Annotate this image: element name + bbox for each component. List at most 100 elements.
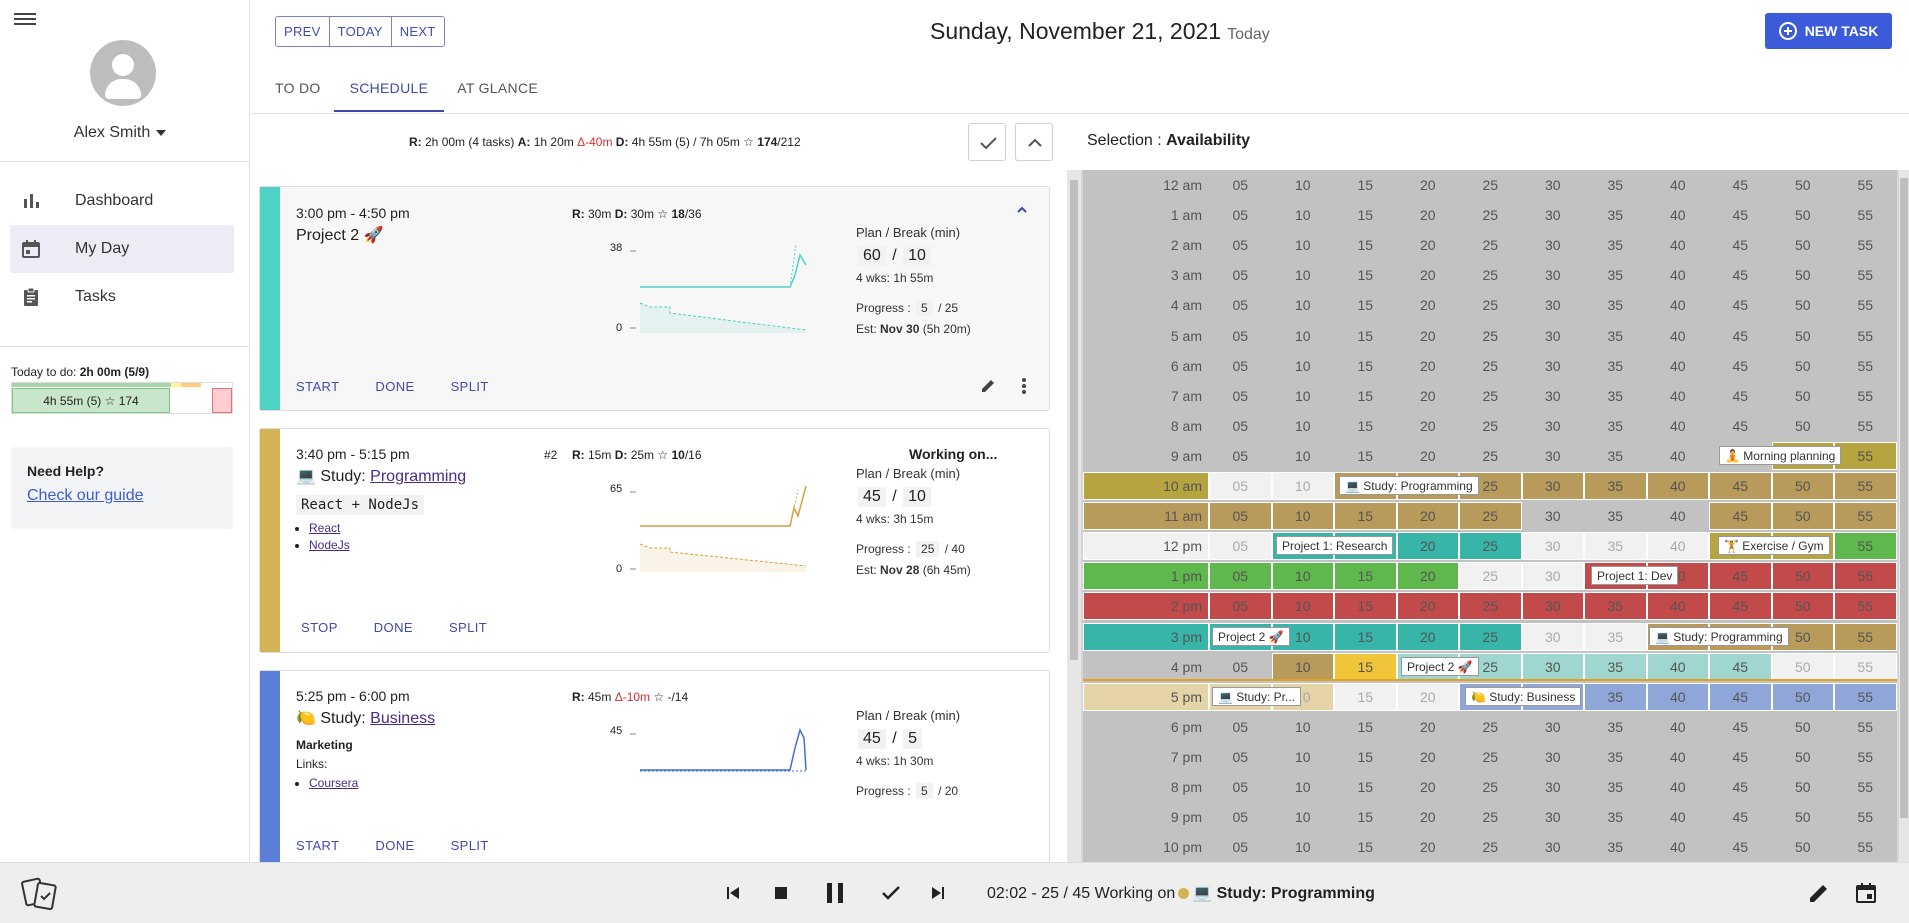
grid-minute-cell[interactable]: 35 [1584,712,1647,741]
tab-to-do[interactable]: TO DO [275,66,321,112]
grid-minute-cell[interactable]: 50 [1771,411,1834,440]
grid-minute-cell[interactable]: 55 [1834,411,1897,440]
menu-icon[interactable] [14,10,36,28]
grid-minute-cell[interactable]: 15 [1334,742,1397,771]
grid-minute-cell[interactable]: 10 [1271,833,1334,862]
grid-minute-cell[interactable]: 55 [1834,381,1897,410]
grid-minute-cell[interactable]: 30 [1521,441,1584,470]
grid-minute-cell[interactable]: 25 [1459,773,1522,801]
user-menu[interactable]: Alex Smith [0,124,240,142]
grid-hour-cell[interactable]: 3 pm [1083,622,1209,651]
grid-minute-cell[interactable]: 10 [1271,502,1334,531]
grid-minute-cell[interactable]: 25 [1459,351,1522,380]
grid-minute-cell[interactable]: 35 [1584,502,1647,531]
scrollbar[interactable] [1067,170,1081,862]
grid-minute-cell[interactable]: 45 [1709,562,1772,591]
grid-minute-cell[interactable]: 15 [1334,562,1397,591]
grid-minute-cell[interactable]: 25 [1459,532,1522,561]
grid-minute-cell[interactable]: 10 [1271,773,1334,801]
edit-icon[interactable] [1806,880,1832,906]
grid-minute-cell[interactable]: 20 [1396,351,1459,380]
start-button[interactable]: START [296,838,339,853]
grid-minute-cell[interactable]: 45 [1709,231,1772,260]
break-value[interactable]: 10 [903,487,931,507]
grid-minute-cell[interactable]: 15 [1334,592,1397,621]
grid-minute-cell[interactable]: 20 [1396,201,1459,230]
grid-minute-cell[interactable]: 50 [1771,803,1834,832]
pause-icon[interactable] [822,880,848,906]
grid-minute-cell[interactable]: 45 [1709,652,1772,681]
grid-minute-cell[interactable]: 55 [1834,682,1897,711]
grid-hour-cell[interactable]: 11 am [1083,502,1209,531]
grid-minute-cell[interactable]: 20 [1396,381,1459,410]
help-guide-link[interactable]: Check our guide [27,487,144,504]
plan-value[interactable]: 45 [858,487,886,507]
grid-minute-cell[interactable]: 10 [1271,441,1334,470]
grid-minute-cell[interactable]: 15 [1334,261,1397,290]
grid-minute-cell[interactable]: 55 [1834,742,1897,771]
grid-minute-cell[interactable]: 50 [1771,773,1834,801]
grid-task-tag[interactable]: 💻 Study: Programming [1339,476,1479,495]
collapse-all-button[interactable] [1015,123,1053,161]
grid-minute-cell[interactable]: 55 [1834,201,1897,230]
grid-minute-cell[interactable]: 50 [1771,833,1834,862]
grid-minute-cell[interactable]: 30 [1521,411,1584,440]
grid-minute-cell[interactable]: 30 [1521,592,1584,621]
grid-minute-cell[interactable]: 25 [1459,201,1522,230]
progress-value[interactable]: 5 [916,783,933,799]
grid-minute-cell[interactable]: 20 [1396,682,1459,711]
grid-minute-cell[interactable]: 45 [1709,411,1772,440]
grid-minute-cell[interactable]: 05 [1209,441,1272,470]
grid-minute-cell[interactable]: 05 [1209,502,1272,531]
grid-minute-cell[interactable]: 40 [1646,532,1709,561]
grid-minute-cell[interactable]: 45 [1709,592,1772,621]
grid-minute-cell[interactable]: 15 [1334,171,1397,199]
grid-minute-cell[interactable]: 15 [1334,652,1397,681]
grid-minute-cell[interactable]: 40 [1646,712,1709,741]
done-button[interactable]: DONE [375,838,414,853]
grid-minute-cell[interactable]: 55 [1834,532,1897,561]
grid-minute-cell[interactable]: 40 [1646,472,1709,500]
grid-minute-cell[interactable]: 45 [1709,803,1772,832]
grid-hour-cell[interactable]: 1 pm [1083,562,1209,591]
grid-minute-cell[interactable]: 30 [1521,833,1584,862]
sidebar-item-my-day[interactable]: My Day [10,225,234,273]
grid-minute-cell[interactable]: 45 [1709,742,1772,771]
grid-minute-cell[interactable]: 25 [1459,321,1522,350]
grid-minute-cell[interactable]: 30 [1521,622,1584,651]
today-button[interactable]: TODAY [329,17,392,46]
grid-minute-cell[interactable]: 35 [1584,381,1647,410]
grid-minute-cell[interactable]: 45 [1709,712,1772,741]
grid-task-tag[interactable]: Project 1: Dev [1591,566,1679,586]
grid-minute-cell[interactable]: 55 [1834,441,1897,470]
calendar-icon[interactable] [1853,880,1879,906]
grid-minute-cell[interactable]: 40 [1646,773,1709,801]
grid-minute-cell[interactable]: 25 [1459,171,1522,199]
grid-minute-cell[interactable]: 20 [1396,171,1459,199]
grid-minute-cell[interactable]: 50 [1771,712,1834,741]
grid-minute-cell[interactable]: 05 [1209,321,1272,350]
grid-minute-cell[interactable]: 25 [1459,833,1522,862]
grid-minute-cell[interactable]: 20 [1396,502,1459,531]
split-button[interactable]: SPLIT [451,379,489,394]
grid-minute-cell[interactable]: 10 [1271,712,1334,741]
grid-minute-cell[interactable]: 20 [1396,441,1459,470]
grid-minute-cell[interactable]: 35 [1584,682,1647,711]
grid-minute-cell[interactable]: 05 [1209,472,1272,500]
grid-minute-cell[interactable]: 25 [1459,261,1522,290]
done-button[interactable]: DONE [375,379,414,394]
grid-minute-cell[interactable]: 10 [1271,742,1334,771]
grid-task-tag[interactable]: 💻 Study: Pr... [1212,686,1301,706]
grid-minute-cell[interactable]: 40 [1646,291,1709,320]
grid-minute-cell[interactable]: 55 [1834,351,1897,380]
break-value[interactable]: 5 [903,729,923,749]
grid-minute-cell[interactable]: 20 [1396,562,1459,591]
tab-schedule[interactable]: SCHEDULE [333,66,445,112]
grid-minute-cell[interactable]: 25 [1459,622,1522,651]
grid-hour-cell[interactable]: 3 am [1083,261,1209,290]
grid-minute-cell[interactable]: 05 [1209,351,1272,380]
skip-previous-icon[interactable] [720,880,746,906]
grid-task-tag[interactable]: 🏋 Exercise / Gym [1718,536,1830,556]
grid-minute-cell[interactable]: 45 [1709,171,1772,199]
grid-minute-cell[interactable]: 10 [1271,652,1334,681]
